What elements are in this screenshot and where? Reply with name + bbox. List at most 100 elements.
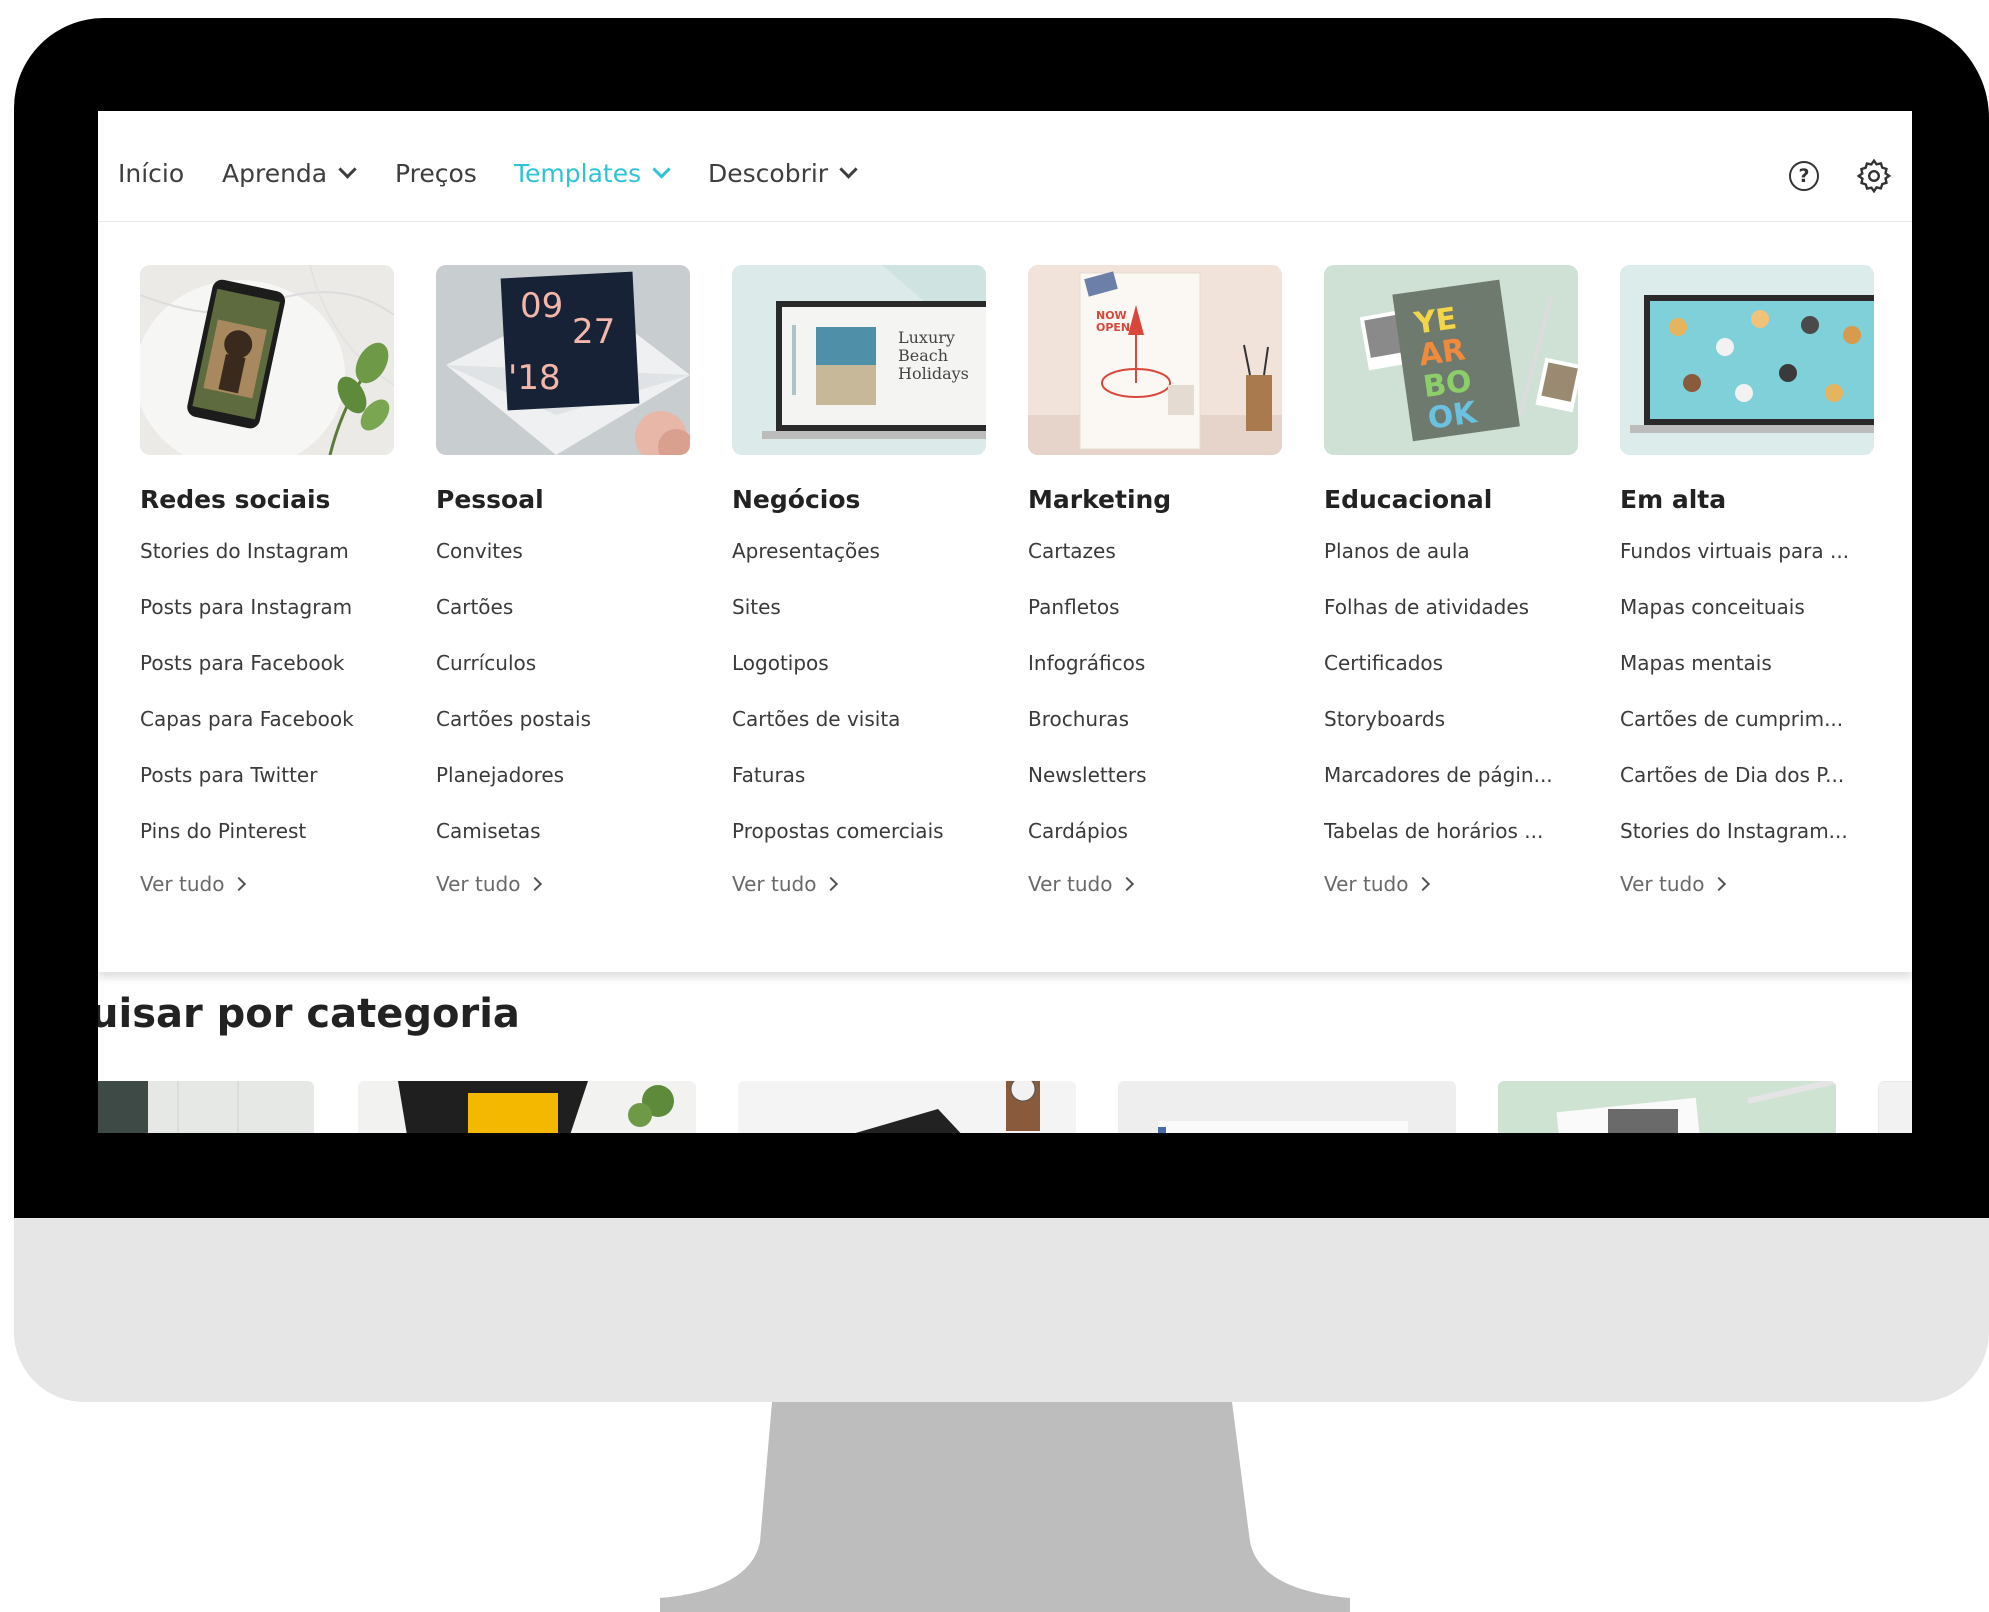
template-link[interactable]: Infográficos — [1028, 648, 1282, 704]
top-navigation: Início Aprenda Preços Templates Descobri… — [98, 111, 1912, 222]
template-link[interactable]: Storyboards — [1324, 704, 1578, 760]
nav-descobrir-label: Descobrir — [708, 159, 829, 188]
laptop-dogs-thumbnail[interactable] — [1620, 265, 1874, 455]
category-column-em-alta: Em alta Fundos virtuais para ... Mapas c… — [1620, 265, 1874, 896]
category-column-marketing: NOW OPEN! Marketing Cartazes Panfletos I… — [1028, 265, 1282, 896]
template-link[interactable]: Camisetas — [436, 816, 690, 872]
template-link[interactable]: Posts para Twitter — [140, 760, 394, 816]
chevron-right-icon — [1416, 876, 1431, 892]
see-all-label: Ver tudo — [1620, 872, 1705, 896]
category-column-pessoal: 09 27 '18 Pessoal Convites Cartões Currí… — [436, 265, 690, 896]
template-link[interactable]: Folhas de atividades — [1324, 592, 1578, 648]
nav-inicio[interactable]: Início — [118, 159, 184, 188]
template-link[interactable]: Faturas — [732, 760, 986, 816]
template-link[interactable]: Stories do Instagram... — [1620, 816, 1874, 872]
template-link[interactable]: Apresentações — [732, 536, 986, 592]
thumb-text: Luxury — [898, 328, 955, 347]
category-title[interactable]: Negócios — [732, 485, 986, 514]
template-link[interactable]: Fundos virtuais para ... — [1620, 536, 1874, 592]
nav-descobrir[interactable]: Descobrir — [708, 159, 858, 188]
category-title[interactable]: Pessoal — [436, 485, 690, 514]
template-link[interactable]: Newsletters — [1028, 760, 1282, 816]
chevron-right-icon — [824, 876, 839, 892]
category-card[interactable] — [1878, 1081, 1912, 1133]
help-button[interactable]: ? — [1786, 158, 1822, 194]
templates-dropdown: Redes sociais Stories do Instagram Posts… — [98, 222, 1912, 972]
invitation-card-thumbnail[interactable]: 09 27 '18 — [436, 265, 690, 455]
thumb-text: 09 — [520, 286, 563, 326]
template-link[interactable]: Tabelas de horários ... — [1324, 816, 1578, 872]
see-all-link[interactable]: Ver tudo — [1028, 872, 1282, 896]
template-link[interactable]: Convites — [436, 536, 690, 592]
see-all-link[interactable]: Ver tudo — [732, 872, 986, 896]
template-link[interactable]: Planos de aula — [1324, 536, 1578, 592]
template-link[interactable]: Cartões de cumprim... — [1620, 704, 1874, 760]
yearbook-thumbnail[interactable]: YE AR BO OK — [1324, 265, 1578, 455]
thumb-text: 27 — [572, 312, 615, 352]
category-card[interactable] — [738, 1081, 1076, 1133]
template-link[interactable]: Panfletos — [1028, 592, 1282, 648]
chevron-right-icon — [528, 876, 543, 892]
template-link[interactable]: Cartões de Dia dos P... — [1620, 760, 1874, 816]
template-link[interactable]: Brochuras — [1028, 704, 1282, 760]
template-link[interactable]: Posts para Instagram — [140, 592, 394, 648]
template-link[interactable]: Cartões de visita — [732, 704, 986, 760]
template-link[interactable]: Sites — [732, 592, 986, 648]
category-column-educacional: YE AR BO OK Educacional Planos de aula F… — [1324, 265, 1578, 896]
nav-precos[interactable]: Preços — [395, 159, 477, 188]
category-title[interactable]: Redes sociais — [140, 485, 394, 514]
category-card[interactable] — [358, 1081, 696, 1133]
category-title[interactable]: Educacional — [1324, 485, 1578, 514]
see-all-link[interactable]: Ver tudo — [436, 872, 690, 896]
template-link[interactable]: Cartões postais — [436, 704, 690, 760]
help-circle-icon: ? — [1789, 161, 1819, 191]
see-all-link[interactable]: Ver tudo — [140, 872, 394, 896]
template-link[interactable]: Pins do Pinterest — [140, 816, 394, 872]
see-all-link[interactable]: Ver tudo — [1324, 872, 1578, 896]
chevron-down-icon — [839, 160, 858, 179]
template-link[interactable]: Mapas conceituais — [1620, 592, 1874, 648]
chevron-right-icon — [1712, 876, 1727, 892]
nav-aprenda[interactable]: Aprenda — [222, 159, 357, 188]
thumb-text: OK — [1426, 395, 1481, 437]
template-link[interactable]: Planejadores — [436, 760, 690, 816]
pizza-poster-thumbnail[interactable]: NOW OPEN! — [1028, 265, 1282, 455]
template-link[interactable]: Cardápios — [1028, 816, 1282, 872]
nav-inicio-label: Início — [118, 159, 185, 188]
template-link[interactable]: Propostas comerciais — [732, 816, 986, 872]
template-link[interactable]: Capas para Facebook — [140, 704, 394, 760]
template-link[interactable]: Currículos — [436, 648, 690, 704]
screen: Início Aprenda Preços Templates Descobri… — [98, 111, 1912, 1133]
category-column-negocios: Luxury Beach Holidays Negócios Apresenta… — [732, 265, 986, 896]
see-all-label: Ver tudo — [140, 872, 225, 896]
template-link[interactable]: Posts para Facebook — [140, 648, 394, 704]
chevron-down-icon — [338, 160, 357, 179]
category-title[interactable]: Marketing — [1028, 485, 1282, 514]
template-link[interactable]: Marcadores de págin... — [1324, 760, 1578, 816]
thumb-text: Holidays — [898, 364, 969, 383]
template-link[interactable]: Logotipos — [732, 648, 986, 704]
nav-templates-label: Templates — [514, 159, 642, 188]
nav-aprenda-label: Aprenda — [222, 159, 328, 188]
category-card[interactable] — [98, 1081, 314, 1133]
see-all-label: Ver tudo — [1028, 872, 1113, 896]
monitor-stand — [660, 1402, 1350, 1612]
template-link[interactable]: Cartões — [436, 592, 690, 648]
category-title[interactable]: Em alta — [1620, 485, 1874, 514]
see-all-label: Ver tudo — [436, 872, 521, 896]
nav-precos-label: Preços — [395, 159, 477, 188]
template-link[interactable]: Mapas mentais — [1620, 648, 1874, 704]
category-cards-row — [98, 1081, 1912, 1133]
laptop-presentation-thumbnail[interactable]: Luxury Beach Holidays — [732, 265, 986, 455]
template-link[interactable]: Stories do Instagram — [140, 536, 394, 592]
thumb-text: Beach — [898, 346, 948, 365]
phone-stories-thumbnail[interactable] — [140, 265, 394, 455]
template-link[interactable]: Cartazes — [1028, 536, 1282, 592]
settings-button[interactable] — [1856, 158, 1892, 194]
chevron-right-icon — [232, 876, 247, 892]
category-card[interactable] — [1118, 1081, 1456, 1133]
nav-templates[interactable]: Templates — [514, 159, 671, 188]
template-link[interactable]: Certificados — [1324, 648, 1578, 704]
category-card[interactable] — [1498, 1081, 1836, 1133]
see-all-link[interactable]: Ver tudo — [1620, 872, 1874, 896]
